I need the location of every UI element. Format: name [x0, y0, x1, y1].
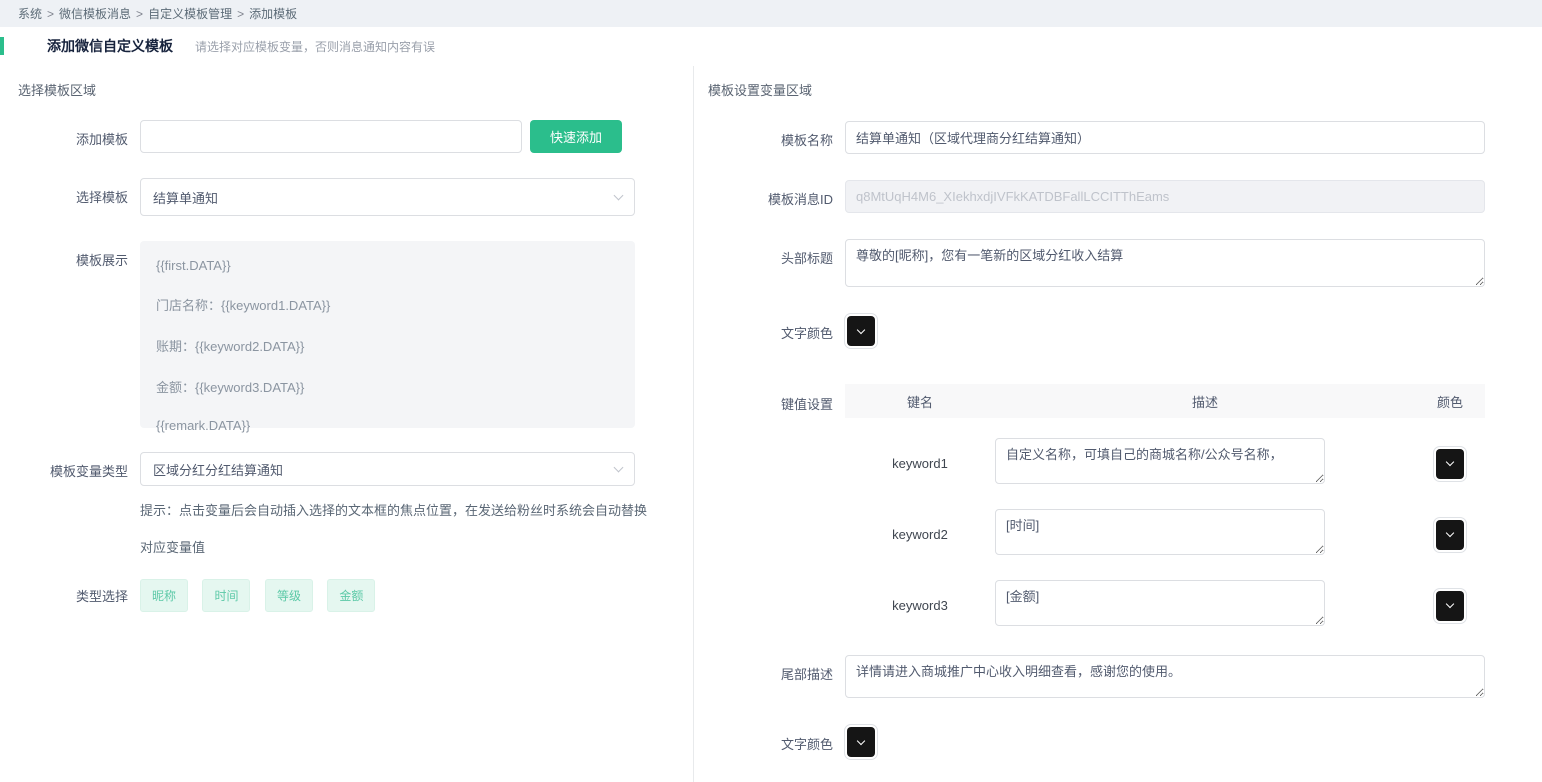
- chevron-down-icon: [1446, 529, 1454, 537]
- breadcrumb: 系统 > 微信模板消息 > 自定义模板管理 > 添加模板: [0, 0, 1542, 27]
- template-select-panel: 选择模板区域 添加模板 快速添加 选择模板 结算单通知 模板展示: [0, 66, 694, 782]
- tag-time[interactable]: 时间: [202, 579, 250, 612]
- template-preview-box: {{first.DATA}} 门店名称：{{keyword1.DATA}} 账期…: [140, 241, 635, 428]
- breadcrumb-separator: >: [47, 7, 54, 21]
- left-section-title: 选择模板区域: [18, 80, 693, 99]
- preview-line-first[interactable]: {{first.DATA}}: [156, 258, 619, 273]
- keyword2-name: keyword2: [845, 527, 995, 542]
- keyword3-name: keyword3: [845, 598, 995, 613]
- page-title: 添加微信自定义模板: [47, 36, 173, 56]
- key-value-header: 键名 描述 颜色: [845, 384, 1485, 418]
- template-name-label: 模板名称: [708, 121, 833, 149]
- variable-type-dropdown[interactable]: 区域分红分红结算通知: [140, 452, 635, 486]
- header-title-label: 头部标题: [708, 239, 833, 267]
- variable-tip-line1: 提示：点击变量后会自动插入选择的文本框的焦点位置，在发送给粉丝时系统会自动替换: [140, 492, 670, 529]
- key-value-table: 键名 描述 颜色 keyword1 自定义名称，可填自己的商城名称/公众号名称，…: [845, 384, 1485, 631]
- variable-tip: 提示：点击变量后会自动插入选择的文本框的焦点位置，在发送给粉丝时系统会自动替换 …: [140, 492, 670, 566]
- template-preview-label: 模板展示: [18, 241, 128, 269]
- chevron-down-icon: [1446, 600, 1454, 608]
- keyword3-color-picker[interactable]: [1436, 591, 1464, 621]
- header-title-textarea[interactable]: 尊敬的[昵称]，您有一笔新的区域分红收入结算: [845, 239, 1485, 287]
- footer-desc-label: 尾部描述: [708, 655, 833, 683]
- column-header-key: 键名: [845, 392, 995, 411]
- breadcrumb-item-custom-template-mgmt[interactable]: 自定义模板管理: [148, 7, 232, 21]
- chevron-down-icon: [1446, 458, 1454, 466]
- keyword1-color-picker[interactable]: [1436, 449, 1464, 479]
- preview-line-remark[interactable]: {{remark.DATA}}: [156, 418, 619, 433]
- chevron-down-icon: [857, 736, 865, 744]
- tag-nickname[interactable]: 昵称: [140, 579, 188, 612]
- breadcrumb-item-system[interactable]: 系统: [18, 7, 42, 21]
- type-select-label: 类型选择: [18, 579, 128, 605]
- text-color-top-label: 文字颜色: [708, 314, 833, 342]
- page-hint: 请选择对应模板变量，否则消息通知内容有误: [195, 38, 435, 55]
- select-template-dropdown[interactable]: 结算单通知: [140, 178, 635, 216]
- page-header: 添加微信自定义模板 请选择对应模板变量，否则消息通知内容有误: [0, 36, 1542, 56]
- select-template-label: 选择模板: [18, 178, 128, 206]
- preview-line-keyword2[interactable]: 账期：{{keyword2.DATA}}: [156, 336, 619, 355]
- variable-type-label: 模板变量类型: [18, 452, 128, 480]
- select-template-value: 结算单通知: [153, 188, 218, 207]
- tag-level[interactable]: 等级: [265, 579, 313, 612]
- text-color-bottom-picker[interactable]: [847, 727, 875, 757]
- quick-add-button[interactable]: 快速添加: [530, 120, 622, 153]
- breadcrumb-item-wechat-template-msg[interactable]: 微信模板消息: [59, 7, 131, 21]
- template-name-input[interactable]: [845, 121, 1485, 154]
- tag-amount[interactable]: 金额: [327, 579, 375, 612]
- breadcrumb-separator: >: [237, 7, 244, 21]
- template-variable-panel: 模板设置变量区域 模板名称 模板消息ID 头部标题 尊敬的[昵称]，您有一笔新的…: [694, 66, 1542, 782]
- template-msg-id-input: [845, 180, 1485, 213]
- text-color-bottom-label: 文字颜色: [708, 725, 833, 753]
- type-tags: 昵称 时间 等级 金额: [140, 579, 385, 612]
- preview-line-keyword1[interactable]: 门店名称：{{keyword1.DATA}}: [156, 295, 619, 314]
- column-header-desc: 描述: [995, 392, 1415, 411]
- table-row-keyword2: keyword2 [时间]: [845, 509, 1485, 560]
- key-value-label: 键值设置: [708, 384, 833, 413]
- keyword3-desc-textarea[interactable]: [金额]: [995, 580, 1325, 626]
- chevron-down-icon: [614, 463, 624, 473]
- table-row-keyword1: keyword1 自定义名称，可填自己的商城名称/公众号名称，: [845, 438, 1485, 489]
- chevron-down-icon: [857, 325, 865, 333]
- keyword2-desc-textarea[interactable]: [时间]: [995, 509, 1325, 555]
- chevron-down-icon: [614, 191, 624, 201]
- keyword1-name: keyword1: [845, 456, 995, 471]
- keyword2-color-picker[interactable]: [1436, 520, 1464, 550]
- variable-type-value: 区域分红分红结算通知: [153, 460, 283, 479]
- keyword1-desc-textarea[interactable]: 自定义名称，可填自己的商城名称/公众号名称，: [995, 438, 1325, 484]
- breadcrumb-separator: >: [136, 7, 143, 21]
- column-header-color: 颜色: [1415, 392, 1485, 411]
- accent-bar: [0, 37, 4, 55]
- variable-tip-line2: 对应变量值: [140, 529, 670, 566]
- breadcrumb-item-add-template[interactable]: 添加模板: [249, 7, 297, 21]
- text-color-top-picker[interactable]: [847, 316, 875, 346]
- right-section-title: 模板设置变量区域: [708, 80, 1542, 99]
- table-row-keyword3: keyword3 [金额]: [845, 580, 1485, 631]
- preview-line-keyword3[interactable]: 金额：{{keyword3.DATA}}: [156, 377, 619, 396]
- footer-desc-textarea[interactable]: 详情请进入商城推广中心收入明细查看，感谢您的使用。: [845, 655, 1485, 698]
- add-template-label: 添加模板: [18, 120, 128, 148]
- template-msg-id-label: 模板消息ID: [708, 180, 833, 208]
- add-template-input[interactable]: [140, 120, 522, 153]
